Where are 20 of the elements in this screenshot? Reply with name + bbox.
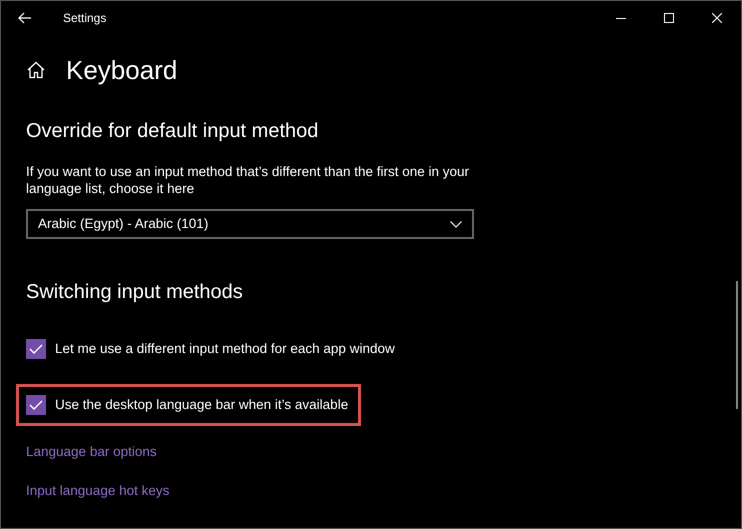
page-title: Keyboard (66, 57, 178, 83)
scrollbar-thumb[interactable] (736, 281, 738, 409)
checkbox[interactable] (26, 395, 46, 415)
settings-link[interactable]: Input language hot keys (26, 481, 170, 502)
chevron-down-icon (450, 220, 462, 228)
close-icon (712, 13, 722, 23)
home-icon[interactable] (27, 61, 45, 79)
checkmark-icon (29, 400, 43, 410)
settings-link[interactable]: Language bar options (26, 442, 157, 462)
back-arrow-icon (18, 12, 32, 24)
input-method-dropdown[interactable]: Arabic (Egypt) - Arabic (101) (26, 209, 474, 239)
section-heading: Switching input methods (26, 282, 244, 302)
checkmark-icon (29, 344, 43, 354)
window-title: Settings (63, 10, 106, 27)
section-heading: Override for default input method (26, 121, 320, 141)
description-text: If you want to use an input method that’s different than the first one in your language list, choose it here (26, 163, 470, 197)
checkbox-label: Let me use a different input method for each app window (55, 340, 395, 358)
checkbox[interactable] (26, 339, 46, 359)
checkbox-label: Use the desktop language bar when it’s available (55, 396, 348, 414)
maximize-icon (664, 13, 674, 23)
